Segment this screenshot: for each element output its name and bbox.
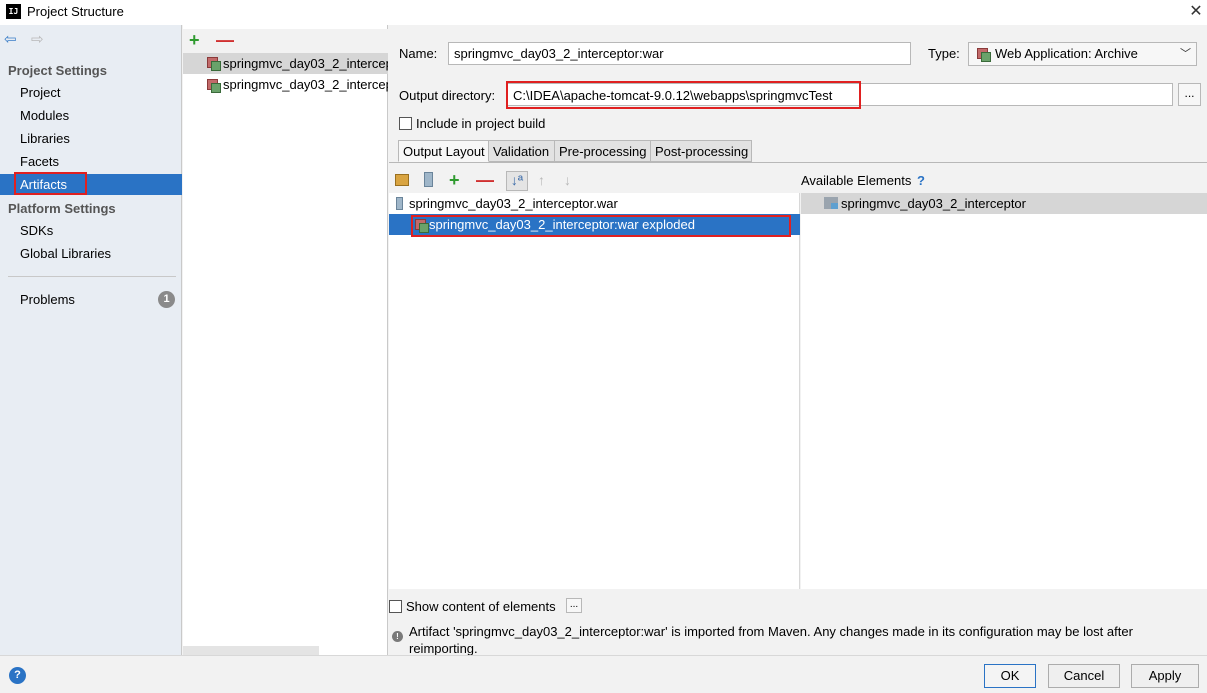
name-label: Name: bbox=[399, 46, 438, 61]
project-settings-heading: Project Settings bbox=[8, 63, 107, 78]
artifacts-highlight-box bbox=[14, 172, 87, 195]
available-elements-label: Available Elements bbox=[801, 173, 912, 188]
title-bar bbox=[0, 0, 1207, 25]
browse-button[interactable]: ... bbox=[1178, 83, 1201, 106]
add-artifact-icon[interactable]: + bbox=[189, 31, 200, 49]
type-dropdown[interactable]: Web Application: Archive bbox=[968, 42, 1197, 66]
available-element-item[interactable]: springmvc_day03_2_interceptor bbox=[841, 196, 1026, 211]
include-in-build-label[interactable]: Include in project build bbox=[416, 116, 545, 131]
type-label: Type: bbox=[928, 46, 960, 61]
help-button[interactable]: ? bbox=[9, 667, 26, 684]
available-elements-tree[interactable] bbox=[801, 193, 1207, 589]
tab-pre-processing[interactable]: Pre-processing bbox=[554, 140, 651, 162]
artifact-list-toolbar bbox=[183, 29, 388, 53]
war-exploded-artifact-icon bbox=[206, 78, 221, 93]
output-layout-tree[interactable] bbox=[389, 193, 800, 589]
tab-output-layout[interactable]: Output Layout bbox=[398, 140, 489, 162]
warning-icon: ! bbox=[392, 631, 403, 642]
sidebar-item-global-libraries[interactable]: Global Libraries bbox=[20, 246, 111, 261]
tree-root-item[interactable]: springmvc_day03_2_interceptor.war bbox=[409, 196, 618, 211]
platform-settings-heading: Platform Settings bbox=[8, 201, 116, 216]
sidebar-item-libraries[interactable]: Libraries bbox=[20, 131, 70, 146]
show-content-options-button[interactable]: ... bbox=[566, 598, 582, 613]
sidebar-item-sdks[interactable]: SDKs bbox=[20, 223, 53, 238]
remove-artifact-icon[interactable]: — bbox=[216, 31, 234, 49]
artifact-list-item[interactable]: springmvc_day03_2_interceptor:war explod… bbox=[223, 77, 388, 92]
window-title: Project Structure bbox=[27, 4, 124, 19]
sidebar-item-problems[interactable]: Problems bbox=[20, 292, 75, 307]
ok-button[interactable]: OK bbox=[984, 664, 1036, 688]
add-archive-icon[interactable] bbox=[424, 172, 433, 187]
artifact-list-panel bbox=[183, 25, 388, 655]
tab-validation[interactable]: Validation bbox=[488, 140, 555, 162]
remove-element-icon[interactable]: — bbox=[476, 171, 494, 189]
sort-elements-icon[interactable]: ↓ª bbox=[506, 171, 528, 191]
problems-count-badge: 1 bbox=[158, 291, 175, 308]
horizontal-scrollbar[interactable] bbox=[183, 646, 319, 655]
tab-post-processing[interactable]: Post-processing bbox=[650, 140, 752, 162]
web-application-icon bbox=[976, 47, 991, 62]
move-up-icon[interactable]: ↑ bbox=[538, 172, 545, 188]
module-folder-icon bbox=[824, 197, 838, 209]
war-artifact-icon bbox=[206, 56, 221, 71]
artifact-list-item[interactable]: springmvc_day03_2_interceptor:war bbox=[223, 56, 388, 71]
sidebar-item-facets[interactable]: Facets bbox=[20, 154, 59, 169]
sidebar-divider bbox=[8, 276, 176, 277]
back-arrow-icon[interactable]: ⇦ bbox=[4, 31, 17, 49]
output-directory-highlight-box bbox=[506, 81, 861, 109]
add-element-icon[interactable]: + bbox=[449, 171, 460, 189]
apply-button[interactable]: Apply bbox=[1131, 664, 1199, 688]
create-directory-icon[interactable] bbox=[395, 174, 409, 186]
cancel-button[interactable]: Cancel bbox=[1048, 664, 1120, 688]
include-in-build-checkbox[interactable] bbox=[399, 117, 412, 130]
move-down-icon[interactable]: ↓ bbox=[564, 172, 571, 188]
intellij-app-icon: IJ bbox=[6, 4, 21, 19]
tree-item-highlight-box bbox=[411, 215, 791, 237]
sidebar-item-project[interactable]: Project bbox=[20, 85, 60, 100]
close-icon[interactable]: ✕ bbox=[1186, 2, 1206, 22]
maven-warning-text: Artifact 'springmvc_day03_2_interceptor:… bbox=[409, 624, 1133, 656]
sidebar-item-modules[interactable]: Modules bbox=[20, 108, 69, 123]
show-content-checkbox[interactable] bbox=[389, 600, 402, 613]
forward-arrow-icon[interactable]: ⇨ bbox=[31, 31, 44, 49]
chevron-down-icon[interactable]: ﹀ bbox=[1180, 45, 1191, 61]
show-content-label[interactable]: Show content of elements bbox=[406, 599, 556, 614]
archive-icon bbox=[396, 197, 403, 210]
tab-divider bbox=[389, 162, 1207, 163]
output-directory-label: Output directory: bbox=[399, 88, 496, 103]
help-icon[interactable]: ? bbox=[917, 173, 925, 188]
name-field[interactable]: springmvc_day03_2_interceptor:war bbox=[448, 42, 911, 65]
